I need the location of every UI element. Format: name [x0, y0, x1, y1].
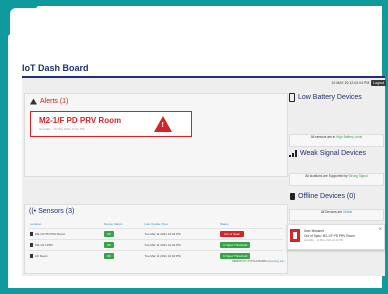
column-header[interactable]: Location: [29, 221, 103, 229]
frame-left-border: [0, 0, 8, 294]
sensors-heading-label: Sensors (3): [38, 208, 75, 215]
device-status-cell: OK: [102, 250, 144, 261]
location-cell: M2-1/F PD PRV Room: [29, 228, 103, 240]
battery-info-highlight: High Battery Level: [336, 135, 363, 139]
page-title: IoT Dash Board: [22, 63, 89, 73]
battery-info-text: All sensors are in: [310, 135, 336, 139]
sensor-icon: [30, 254, 33, 259]
updated-cell: Tue Mar 11 2021 12:02 PM: [143, 228, 220, 240]
sensors-table: Location Device Status Last Update Time …: [29, 221, 283, 261]
notification-popup[interactable]: User Mesanet Out of Spec: M2-1/F PD PRV …: [287, 224, 385, 250]
alert-item[interactable]: M2-1/F PD PRV Room Humidity · 10 May 202…: [30, 111, 192, 137]
door-icon: [290, 229, 300, 242]
logout-button[interactable]: Logout: [371, 80, 386, 86]
table-row[interactable]: M2-1/F LPRV OK Tue Mar 11 2021 12:02 PM …: [29, 239, 283, 251]
location-text: M2-1/F PD PRV Room: [35, 231, 66, 236]
alerts-card: Alerts (1) M2-1/F PD PRV Room Humidity ·…: [24, 93, 288, 177]
location-cell: Lift Room: [29, 250, 103, 261]
close-icon[interactable]: ✕: [379, 226, 382, 231]
column-header[interactable]: Status: [219, 221, 283, 229]
low-battery-info: All sensors are in High Battery Level: [289, 134, 384, 147]
footer-link[interactable]: www.ioteg.com: [267, 260, 284, 263]
device-status-cell: OK: [102, 228, 144, 240]
device-status-cell: OK: [102, 239, 144, 251]
device-status-badge: OK: [103, 253, 115, 259]
column-header[interactable]: Device Status: [103, 221, 144, 229]
footer-text: SMARTCITY IOT PLATFORM: [232, 260, 267, 263]
offline-heading: Offline Devices (0): [290, 193, 355, 200]
alert-item-subtitle: Humidity · 10 May 2021 12:02 PM: [39, 127, 85, 131]
datetime-label: 10 MAY 29 12:02:04 PM: [331, 81, 370, 85]
sensor-icon: [30, 243, 33, 248]
alert-item-name: M2-1/F PD PRV Room: [39, 116, 122, 125]
table-row[interactable]: M2-1/F PD PRV Room OK Tue Mar 11 2021 12…: [29, 228, 283, 240]
status-badge: Out of Spec: [220, 231, 244, 237]
battery-icon: [289, 93, 295, 102]
offline-heading-label: Offline Devices (0): [298, 193, 356, 200]
footer: SMARTCITY IOT PLATFORM www.ioteg.com: [232, 260, 285, 263]
device-icon: [290, 193, 295, 200]
sensor-icon: [30, 232, 33, 237]
sensors-card: ((• Sensors (3) Location Device Status L…: [24, 204, 288, 274]
column-header[interactable]: Last Update Time: [143, 221, 219, 229]
status-cell: Out of Spec: [219, 228, 283, 240]
offline-info-text: All Devices are: [320, 210, 343, 214]
signal-info-text: All locations are Supported by: [305, 174, 348, 178]
status-badge: In Spec Threshold: [220, 253, 251, 259]
notification-title: User Mesanet: [304, 229, 324, 233]
device-status-badge: OK: [103, 231, 115, 237]
offline-info-highlight: Online: [342, 210, 353, 214]
alert-exclamation-icon: !: [161, 122, 164, 129]
table-header-row: Location Device Status Last Update Time …: [29, 221, 283, 229]
offline-info: All Devices are Online: [289, 209, 384, 221]
alerts-heading-label: Alerts (1): [40, 98, 69, 105]
location-text: M2-1/F LPRV: [35, 242, 54, 247]
updated-cell: Tue Mar 11 2021 12:02 PM: [143, 239, 220, 251]
low-battery-heading: Low Battery Devices: [289, 93, 362, 102]
frame-top-border: [0, 0, 388, 6]
low-battery-heading-label: Low Battery Devices: [298, 94, 362, 101]
weak-signal-info: All locations are Supported by Strong Si…: [289, 173, 384, 186]
alerts-heading: Alerts (1): [30, 98, 68, 105]
weak-signal-heading-label: Weak Signal Devices: [300, 150, 367, 157]
weak-signal-heading: Weak Signal Devices: [289, 150, 366, 157]
warning-icon: [30, 98, 37, 105]
status-badge: In Spec Threshold: [220, 242, 251, 248]
signal-info-highlight: Strong Signal: [348, 174, 368, 178]
status-cell: In Spec Threshold: [219, 239, 283, 251]
location-text: Lift Room: [35, 253, 48, 258]
wifi-icon: ((•: [29, 208, 37, 215]
location-cell: M2-1/F LPRV: [29, 239, 103, 251]
sensors-heading: ((• Sensors (3): [29, 208, 74, 215]
updated-cell: Tue Mar 11 2021 12:02 PM: [143, 250, 220, 261]
signal-icon: [289, 150, 297, 157]
device-status-badge: OK: [103, 242, 115, 248]
frame-bottom-border: [0, 288, 388, 294]
notification-text: Out of Spec: M2-1/F PD PRV Room: [304, 234, 355, 238]
user-bar: 10 MAY 29 12:02:04 PM Logout: [331, 80, 386, 86]
notification-subtext: Humidity · 10 May 2021 12:02 PM: [304, 239, 344, 242]
